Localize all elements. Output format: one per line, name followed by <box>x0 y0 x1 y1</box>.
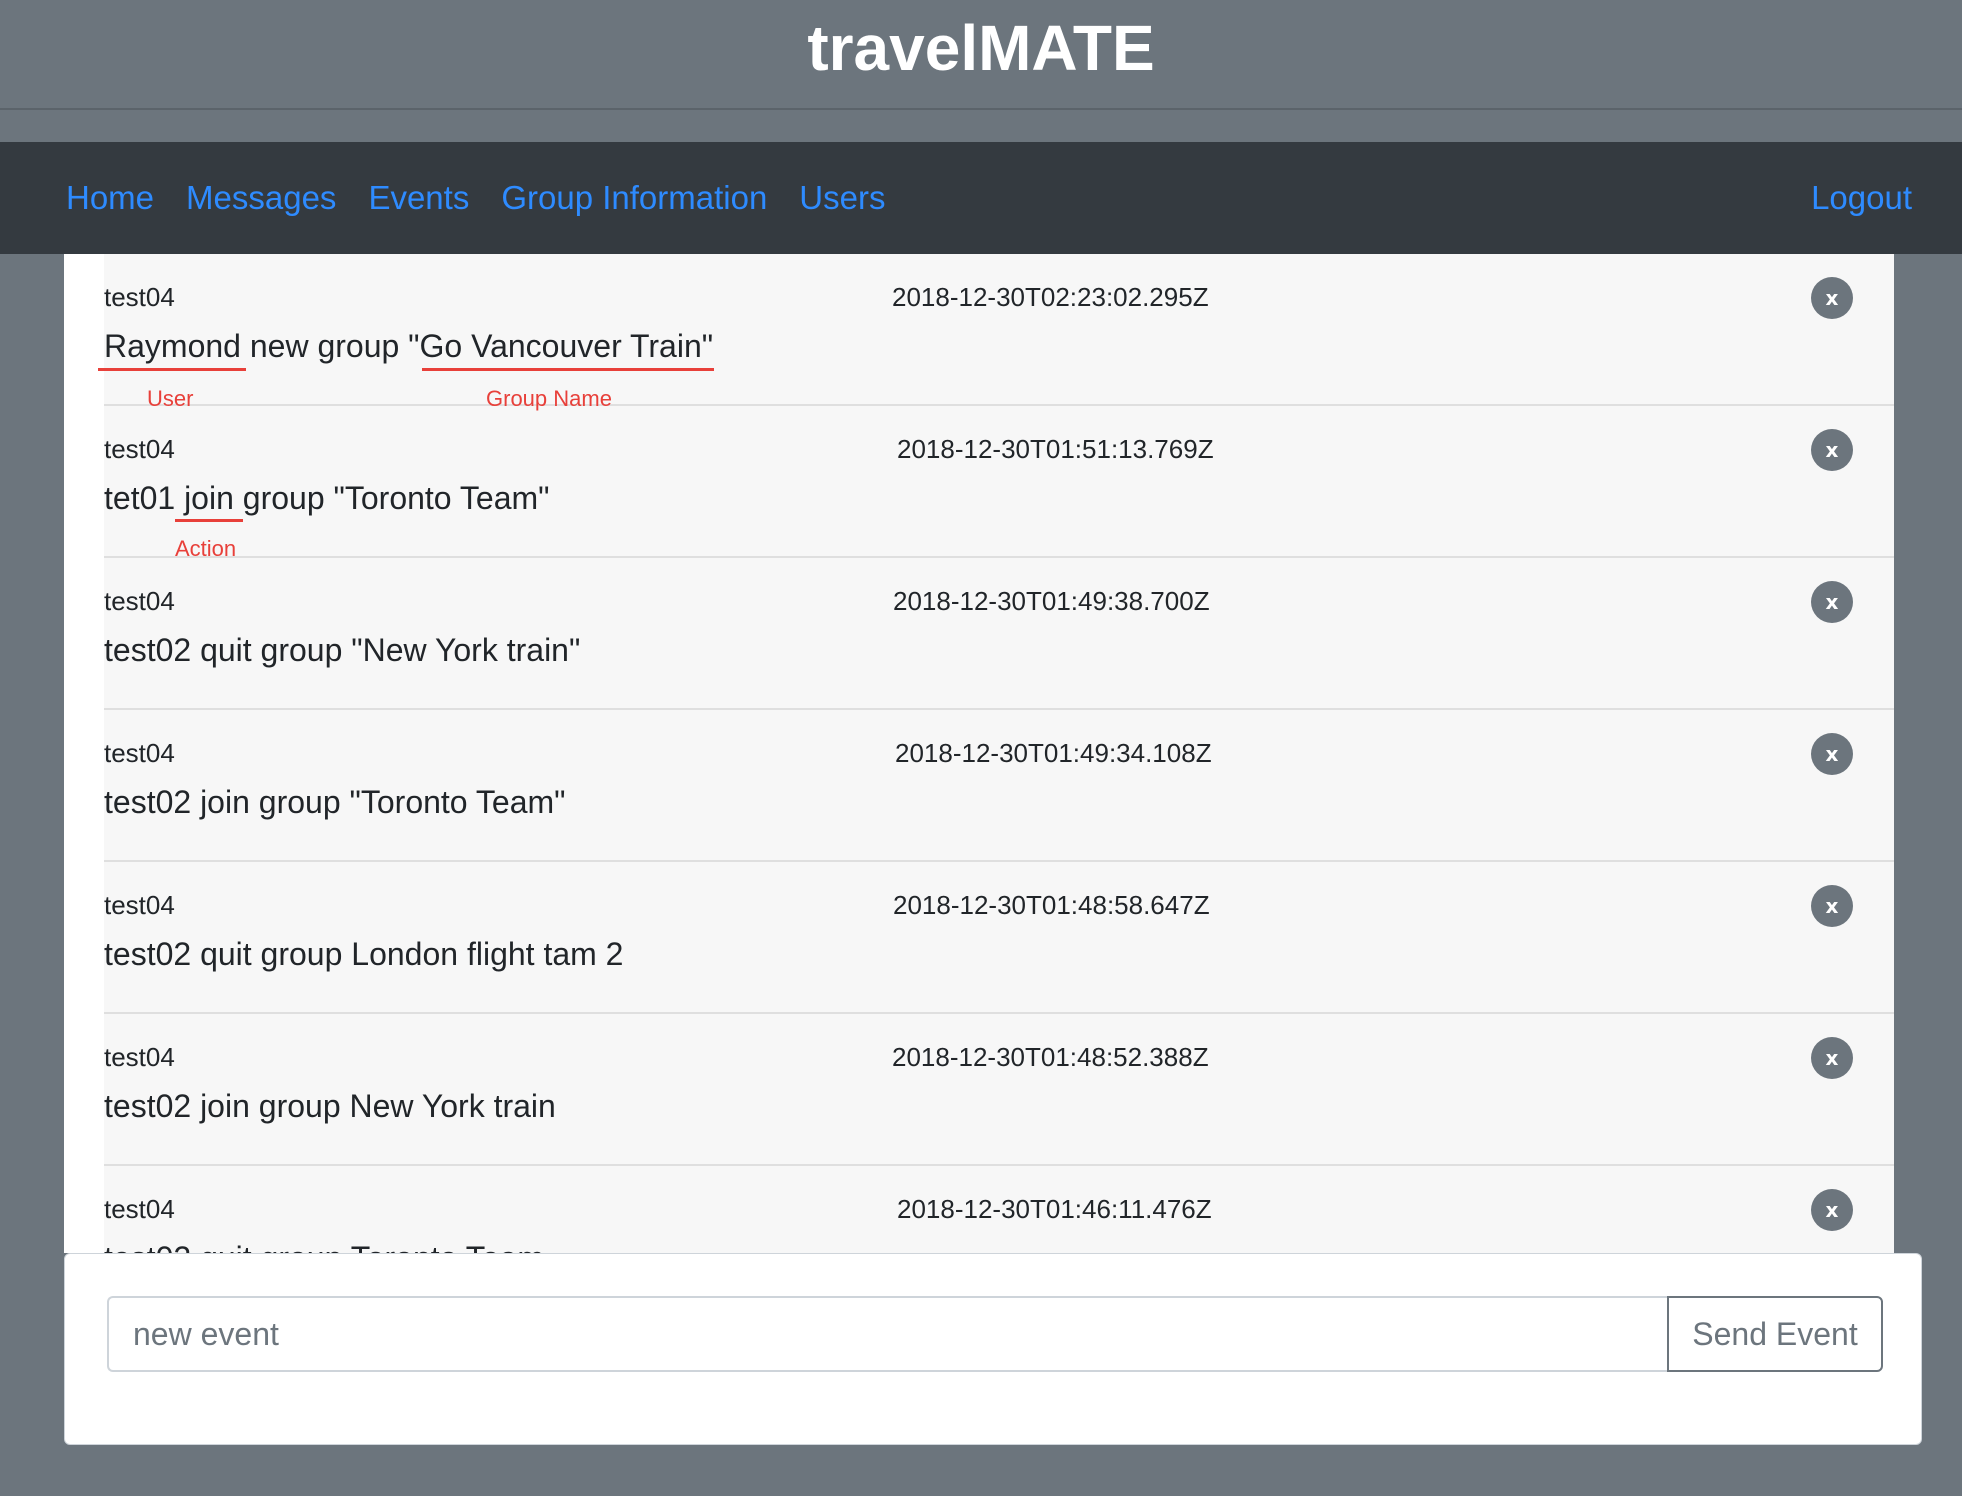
event-item: test04 2018-12-30T01:49:38.700Z test02 q… <box>104 558 1894 710</box>
event-list: test04 2018-12-30T02:23:02.295Z Raymond … <box>98 254 1894 1253</box>
event-timestamp: 2018-12-30T01:49:38.700Z <box>893 586 1210 616</box>
annotation-underline-user <box>98 368 246 371</box>
event-timestamp: 2018-12-30T02:23:02.295Z <box>892 282 1209 312</box>
nav-link-messages[interactable]: Messages <box>186 179 336 217</box>
event-timestamp: 2018-12-30T01:46:11.476Z <box>897 1194 1212 1224</box>
event-text: test02 join group "Toronto Team" <box>104 784 566 820</box>
logout-link[interactable]: Logout <box>1811 179 1912 217</box>
event-timestamp: 2018-12-30T01:51:13.769Z <box>897 434 1214 464</box>
nav-link-users[interactable]: Users <box>799 179 885 217</box>
navbar: Home Messages Events Group Information U… <box>0 142 1962 254</box>
event-sender: test04 <box>104 1042 175 1072</box>
annotation-underline-group-name <box>422 368 714 371</box>
event-text: test02 quit group Toronto Team <box>104 1240 544 1253</box>
event-item: test04 2018-12-30T01:51:13.769Z tet01 jo… <box>104 406 1894 561</box>
delete-event-button[interactable]: x <box>1811 429 1853 471</box>
event-sender: test04 <box>104 1194 175 1224</box>
event-text: test02 quit group "New York train" <box>104 632 581 668</box>
event-timestamp: 2018-12-30T01:48:52.388Z <box>892 1042 1209 1072</box>
event-sender: test04 <box>104 586 175 616</box>
delete-event-button[interactable]: x <box>1811 581 1853 623</box>
nav-link-home[interactable]: Home <box>66 179 154 217</box>
delete-event-button[interactable]: x <box>1811 1037 1853 1079</box>
nav-link-events[interactable]: Events <box>368 179 469 217</box>
send-event-button[interactable]: Send Event <box>1667 1296 1883 1372</box>
delete-event-button[interactable]: x <box>1811 885 1853 927</box>
event-composer: Send Event <box>64 1253 1922 1445</box>
app-title: travelMATE <box>807 12 1155 84</box>
event-item: test04 2018-12-30T01:49:34.108Z test02 j… <box>104 710 1894 862</box>
nav-link-group-information[interactable]: Group Information <box>501 179 767 217</box>
app-header: travelMATE <box>0 0 1962 110</box>
event-item: test04 2018-12-30T01:48:52.388Z test02 j… <box>104 1014 1894 1166</box>
event-timestamp: 2018-12-30T01:49:34.108Z <box>895 738 1212 768</box>
new-event-input[interactable] <box>107 1296 1667 1372</box>
delete-event-button[interactable]: x <box>1811 1189 1853 1231</box>
event-text: tet01 join group "Toronto Team" <box>104 480 550 516</box>
events-panel[interactable]: test04 2018-12-30T02:23:02.295Z Raymond … <box>64 254 1894 1253</box>
event-item: test04 2018-12-30T01:48:58.647Z test02 q… <box>104 862 1894 1014</box>
event-sender: test04 <box>104 434 175 464</box>
event-text: test02 join group New York train <box>104 1088 556 1124</box>
event-sender: test04 <box>104 738 175 768</box>
annotation-underline-action <box>175 519 243 522</box>
delete-event-button[interactable]: x <box>1811 733 1853 775</box>
event-sender: test04 <box>104 890 175 920</box>
event-text: test02 quit group London flight tam 2 <box>104 936 624 972</box>
event-text: Raymond new group "Go Vancouver Train" <box>104 328 714 364</box>
event-sender: test04 <box>104 282 175 312</box>
event-item: test04 2018-12-30T01:46:11.476Z test02 q… <box>104 1166 1894 1253</box>
delete-event-button[interactable]: x <box>1811 277 1853 319</box>
event-item: test04 2018-12-30T02:23:02.295Z Raymond … <box>98 254 1894 411</box>
event-timestamp: 2018-12-30T01:48:58.647Z <box>893 890 1210 920</box>
